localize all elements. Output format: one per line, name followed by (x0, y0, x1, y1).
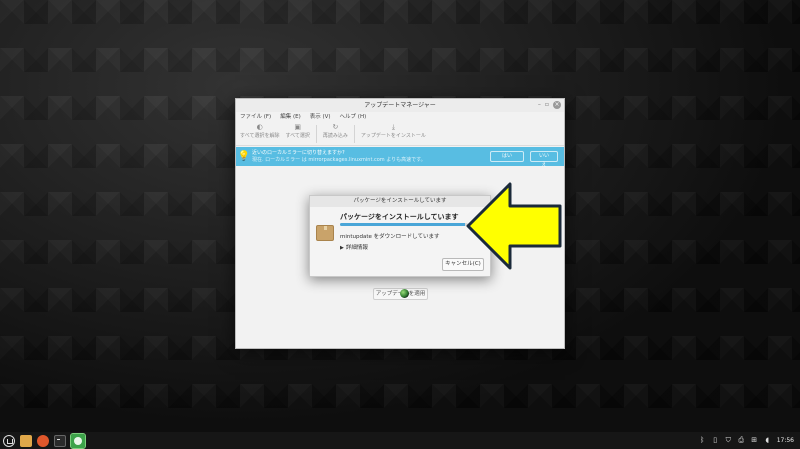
printer-icon[interactable]: ⎙ (738, 437, 745, 444)
menu-edit[interactable]: 編集 (E) (280, 112, 301, 122)
details-expander[interactable]: ▶ 詳細情報 (340, 243, 368, 251)
details-label: 詳細情報 (345, 245, 368, 251)
refresh-icon: ↻ (332, 123, 339, 131)
toolbar: ◐ すべて選択を解除 ▣ すべて選択 ↻ 再読み込み ⤓ アップデートをインスト… (236, 122, 564, 146)
terminal-icon[interactable] (54, 434, 66, 447)
menu-view[interactable]: 表示 (V) (310, 112, 331, 122)
network-icon[interactable]: ⊞ (751, 437, 758, 444)
install-icon: ⤓ (391, 123, 395, 131)
select-all-label: すべて選択 (285, 133, 310, 139)
maximize-button[interactable]: ▫ (545, 101, 549, 109)
infobar-line2: 現在. ローカルミラー は mirrorpackages.linuxmint.c… (252, 156, 426, 163)
infobar-yes-button[interactable]: はい (490, 151, 524, 162)
busy-cursor-icon (400, 289, 409, 298)
minimize-button[interactable]: – (538, 101, 541, 109)
refresh-label: 再読み込み (322, 133, 348, 139)
clipboard-icon[interactable]: ▯ (712, 437, 719, 444)
install-progress-bar (340, 223, 468, 226)
window-controls: – ▫ × (538, 101, 561, 109)
infobar-no-button[interactable]: いいえ (530, 151, 558, 168)
close-button[interactable]: × (553, 101, 561, 109)
arrow-shape (466, 182, 562, 270)
toolbar-separator (353, 125, 355, 143)
menu-icon[interactable] (3, 434, 15, 447)
menu-help[interactable]: ヘルプ (H) (340, 112, 367, 122)
taskbar-apps (0, 432, 86, 449)
firefox-icon[interactable] (37, 434, 49, 447)
shield-icon[interactable]: ⛉ (725, 437, 732, 444)
install-updates-button[interactable]: ⤓ アップデートをインストール (361, 122, 426, 139)
toolbar-separator (315, 125, 317, 143)
clock[interactable]: 17:56 (777, 437, 794, 444)
system-tray: ᛒ ▯ ⛉ ⎙ ⊞ ◖ 17:56 (699, 437, 800, 445)
window-titlebar[interactable]: アップデートマネージャー – ▫ × (236, 99, 564, 112)
files-icon[interactable] (20, 434, 32, 447)
highlight-arrow (466, 182, 562, 270)
dialog-heading: パッケージをインストールしています (340, 213, 459, 221)
infobar-line1: 近いのローカルミラーに切り替えますか? (252, 149, 345, 156)
expander-triangle-icon: ▶ (340, 245, 344, 251)
menu-bar: ファイル (F) 編集 (E) 表示 (V) ヘルプ (H) (236, 112, 564, 122)
update-manager-icon[interactable] (70, 432, 86, 449)
menu-file[interactable]: ファイル (F) (240, 112, 271, 122)
window-title: アップデートマネージャー (364, 102, 436, 109)
select-all-button[interactable]: ▣ すべて選択 (285, 122, 309, 139)
install-updates-label: アップデートをインストール (360, 133, 426, 139)
lightbulb-icon: 💡 (237, 151, 251, 162)
deselect-icon: ◐ (256, 123, 263, 131)
infobar-text: 近いのローカルミラーに切り替えますか? 現在. ローカルミラー は mirror… (252, 150, 490, 164)
dialog-title: パッケージをインストールしています (310, 196, 490, 207)
refresh-button[interactable]: ↻ 再読み込み (323, 122, 348, 139)
dialog-status: mintupdate をダウンロードしています (340, 234, 440, 240)
package-icon (316, 225, 334, 241)
progress-fill (340, 223, 466, 226)
taskbar: ᛒ ▯ ⛉ ⎙ ⊞ ◖ 17:56 (0, 432, 800, 449)
deselect-all-button[interactable]: ◐ すべて選択を解除 (240, 122, 279, 139)
bluetooth-icon[interactable]: ᛒ (699, 437, 706, 444)
select-all-icon: ▣ (294, 123, 301, 131)
mirror-infobar: 💡 近いのローカルミラーに切り替えますか? 現在. ローカルミラー は mirr… (236, 147, 564, 168)
volume-icon[interactable]: ◖ (764, 437, 771, 444)
deselect-all-label: すべて選択を解除 (240, 133, 280, 139)
